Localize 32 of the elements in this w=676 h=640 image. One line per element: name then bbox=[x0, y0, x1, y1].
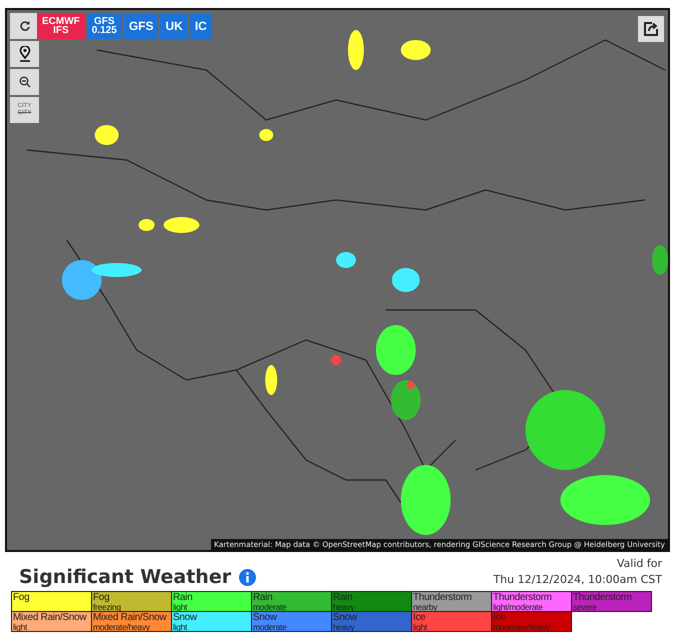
legend-swatch: Thunderstorm severe bbox=[571, 591, 652, 612]
legend-swatch: Snow moderate bbox=[251, 611, 332, 632]
share-icon bbox=[643, 21, 659, 37]
model-tab[interactable]: IC bbox=[190, 13, 212, 39]
legend-swatch: Ice light bbox=[411, 611, 492, 632]
model-tab[interactable]: UK bbox=[160, 13, 188, 39]
model-tab[interactable]: GFS bbox=[124, 13, 158, 39]
legend-swatch: Fog bbox=[11, 591, 92, 612]
model-tab[interactable]: ECMWF IFS bbox=[37, 13, 85, 39]
valid-time: Thu 12/12/2024, 10:00am CST bbox=[493, 572, 662, 588]
legend-swatch: Rain light bbox=[171, 591, 252, 612]
legend-swatch: Snow heavy bbox=[331, 611, 412, 632]
share-button[interactable] bbox=[638, 16, 664, 42]
valid-label: Valid for bbox=[616, 556, 662, 572]
legend-swatch: Rain moderate bbox=[251, 591, 332, 612]
map-pin-icon bbox=[18, 46, 30, 62]
legend-swatch: Rain heavy bbox=[331, 591, 412, 612]
legend-title: Significant Weather bbox=[19, 566, 232, 588]
legend-swatch: Fog freezing bbox=[91, 591, 172, 612]
legend-swatch: Ice moderate/heavy bbox=[491, 611, 572, 632]
legend-swatch: Thunderstorm light/moderate bbox=[491, 591, 572, 612]
legend-swatch: Mixed Rain/Snow light bbox=[11, 611, 92, 632]
legend-swatch: Mixed Rain/Snow moderate/heavy bbox=[91, 611, 172, 632]
refresh-button[interactable] bbox=[10, 13, 39, 39]
model-tab[interactable]: GFS 0.125 bbox=[86, 13, 122, 39]
info-icon[interactable] bbox=[239, 568, 256, 586]
legend-swatch: Snow light bbox=[171, 611, 252, 632]
zoom-out-icon bbox=[18, 76, 30, 88]
location-button[interactable] bbox=[10, 41, 39, 67]
legend-swatch: Thunderstorm nearby bbox=[411, 591, 492, 612]
zoom-out-button[interactable] bbox=[10, 69, 39, 95]
refresh-icon bbox=[18, 20, 30, 32]
